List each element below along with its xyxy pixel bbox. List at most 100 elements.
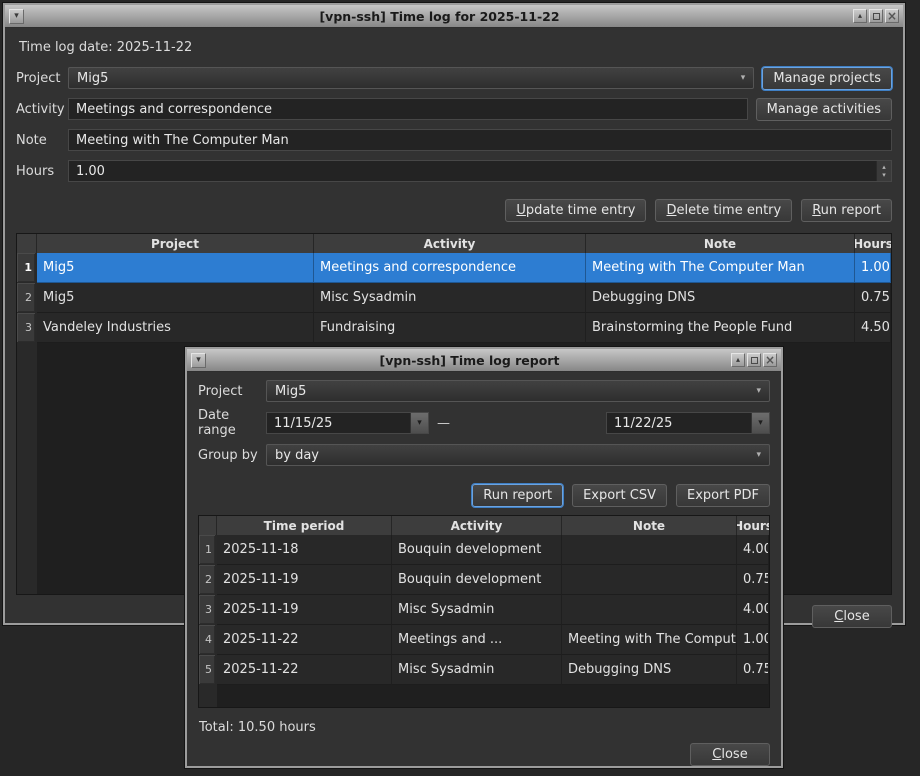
- report-project-row: Project Mig5 ▾: [198, 380, 770, 402]
- date-start-picker[interactable]: ▾: [266, 412, 429, 434]
- project-combobox[interactable]: Mig5 ▾: [68, 67, 754, 89]
- calendar-dropdown-icon[interactable]: ▾: [751, 413, 769, 433]
- table-cell[interactable]: Bouquin development: [392, 535, 562, 565]
- table-row[interactable]: 22025-11-19Bouquin development0.75: [199, 565, 769, 595]
- table-cell[interactable]: 1.00: [855, 253, 891, 283]
- table-row[interactable]: 1Mig5Meetings and correspondenceMeeting …: [17, 253, 891, 283]
- table-cell[interactable]: [562, 535, 737, 565]
- project-value: Mig5: [77, 71, 735, 86]
- table-cell[interactable]: [562, 565, 737, 595]
- table-cell[interactable]: Vandeley Industries: [37, 313, 314, 343]
- calendar-dropdown-icon[interactable]: ▾: [410, 413, 428, 433]
- close-icon[interactable]: ×: [885, 9, 899, 23]
- shade-icon[interactable]: ▴: [731, 353, 745, 367]
- report-results-table: Time periodActivityNoteHours 12025-11-18…: [198, 515, 770, 708]
- manage-activities-button[interactable]: Manage activities: [756, 98, 892, 121]
- run-report-button[interactable]: Run report: [472, 484, 563, 507]
- table-cell[interactable]: Debugging DNS: [586, 283, 855, 313]
- column-header[interactable]: Note: [562, 516, 737, 535]
- table-cell[interactable]: Meetings and ...: [392, 625, 562, 655]
- row-number: 1: [199, 535, 215, 564]
- table-cell[interactable]: Meetings and correspondence: [314, 253, 586, 283]
- table-cell[interactable]: 0.75: [737, 565, 769, 595]
- table-cell[interactable]: Misc Sysadmin: [314, 283, 586, 313]
- main-titlebar[interactable]: ▾ [vpn-ssh] Time log for 2025-11-22 ▴ ×: [5, 5, 903, 28]
- delete-time-entry-button[interactable]: Delete time entry: [655, 199, 792, 222]
- table-row[interactable]: 42025-11-22Meetings and ...Meeting with …: [199, 625, 769, 655]
- window-menu-icon[interactable]: ▾: [191, 353, 206, 368]
- note-input[interactable]: [68, 129, 892, 151]
- table-row[interactable]: 3Vandeley IndustriesFundraisingBrainstor…: [17, 313, 891, 343]
- entry-actions: Update time entry Delete time entry Run …: [16, 199, 892, 222]
- hours-input[interactable]: [68, 160, 892, 182]
- table-row[interactable]: 32025-11-19Misc Sysadmin4.00: [199, 595, 769, 625]
- row-number: 4: [199, 625, 215, 654]
- table-cell[interactable]: 4.50: [855, 313, 891, 343]
- table-cell[interactable]: 4.00: [737, 595, 769, 625]
- date-start-input[interactable]: [267, 413, 410, 433]
- table-cell[interactable]: [562, 595, 737, 625]
- date-end-input[interactable]: [607, 413, 751, 433]
- date-range-row: Date range ▾ — ▾: [198, 412, 770, 434]
- window-menu-icon[interactable]: ▾: [9, 9, 24, 24]
- table-cell[interactable]: 4.00: [737, 535, 769, 565]
- row-number: 1: [17, 253, 35, 282]
- group-by-row: Group by by day ▾: [198, 444, 770, 466]
- table-cell[interactable]: Misc Sysadmin: [392, 655, 562, 685]
- date-end-picker[interactable]: ▾: [606, 412, 770, 434]
- table-cell[interactable]: Brainstorming the People Fund: [586, 313, 855, 343]
- export-pdf-button[interactable]: Export PDF: [676, 484, 770, 507]
- maximize-icon[interactable]: [869, 9, 883, 23]
- table-cell[interactable]: 2025-11-18: [217, 535, 392, 565]
- column-header[interactable]: Project: [37, 234, 314, 253]
- spin-down-icon[interactable]: ▾: [882, 171, 886, 179]
- activity-row: Activity Manage activities: [16, 98, 892, 120]
- table-cell[interactable]: Meeting with The Computer...: [562, 625, 737, 655]
- chevron-down-icon: ▾: [741, 73, 746, 83]
- run-report-button[interactable]: Run report: [801, 199, 892, 222]
- manage-projects-button[interactable]: Manage projects: [762, 67, 892, 90]
- table-header: ProjectActivityNoteHours: [17, 234, 891, 253]
- table-body: 1Mig5Meetings and correspondenceMeeting …: [17, 253, 891, 343]
- dialog-body: Project Mig5 ▾ Date range ▾ — ▾: [187, 372, 781, 766]
- column-header[interactable]: Hours: [737, 516, 769, 535]
- activity-input[interactable]: [68, 98, 748, 120]
- table-cell[interactable]: Mig5: [37, 253, 314, 283]
- table-cell[interactable]: Mig5: [37, 283, 314, 313]
- column-header[interactable]: Note: [586, 234, 855, 253]
- close-button[interactable]: Close: [812, 605, 892, 628]
- table-row[interactable]: 52025-11-22Misc SysadminDebugging DNS0.7…: [199, 655, 769, 685]
- shade-icon[interactable]: ▴: [853, 9, 867, 23]
- group-by-combobox[interactable]: by day ▾: [266, 444, 770, 466]
- column-header[interactable]: Time period: [217, 516, 392, 535]
- table-cell[interactable]: 1.00: [737, 625, 769, 655]
- update-time-entry-button[interactable]: Update time entry: [505, 199, 646, 222]
- column-header[interactable]: Activity: [392, 516, 562, 535]
- dialog-titlebar[interactable]: ▾ [vpn-ssh] Time log report ▴ ×: [187, 349, 781, 372]
- table-row[interactable]: 2Mig5Misc SysadminDebugging DNS0.75: [17, 283, 891, 313]
- table-cell[interactable]: Misc Sysadmin: [392, 595, 562, 625]
- table-row[interactable]: 12025-11-18Bouquin development 4.00: [199, 535, 769, 565]
- spin-up-icon[interactable]: ▴: [882, 163, 886, 171]
- column-header[interactable]: Activity: [314, 234, 586, 253]
- table-cell[interactable]: 2025-11-19: [217, 565, 392, 595]
- close-button[interactable]: Close: [690, 743, 770, 766]
- table-cell[interactable]: 2025-11-22: [217, 625, 392, 655]
- date-range-label: Date range: [198, 408, 266, 438]
- table-cell[interactable]: 0.75: [737, 655, 769, 685]
- table-cell[interactable]: 0.75: [855, 283, 891, 313]
- export-csv-button[interactable]: Export CSV: [572, 484, 667, 507]
- table-cell[interactable]: 2025-11-19: [217, 595, 392, 625]
- table-cell[interactable]: Fundraising: [314, 313, 586, 343]
- table-cell[interactable]: Debugging DNS: [562, 655, 737, 685]
- close-icon[interactable]: ×: [763, 353, 777, 367]
- column-header[interactable]: Hours: [855, 234, 891, 253]
- spinner-arrows[interactable]: ▴ ▾: [876, 161, 891, 181]
- maximize-icon[interactable]: [747, 353, 761, 367]
- table-cell[interactable]: 2025-11-22: [217, 655, 392, 685]
- table-cell[interactable]: Meeting with The Computer Man: [586, 253, 855, 283]
- hours-stepper[interactable]: ▴ ▾: [68, 160, 892, 182]
- table-cell[interactable]: Bouquin development: [392, 565, 562, 595]
- row-number: 2: [17, 283, 35, 312]
- report-project-combobox[interactable]: Mig5 ▾: [266, 380, 770, 402]
